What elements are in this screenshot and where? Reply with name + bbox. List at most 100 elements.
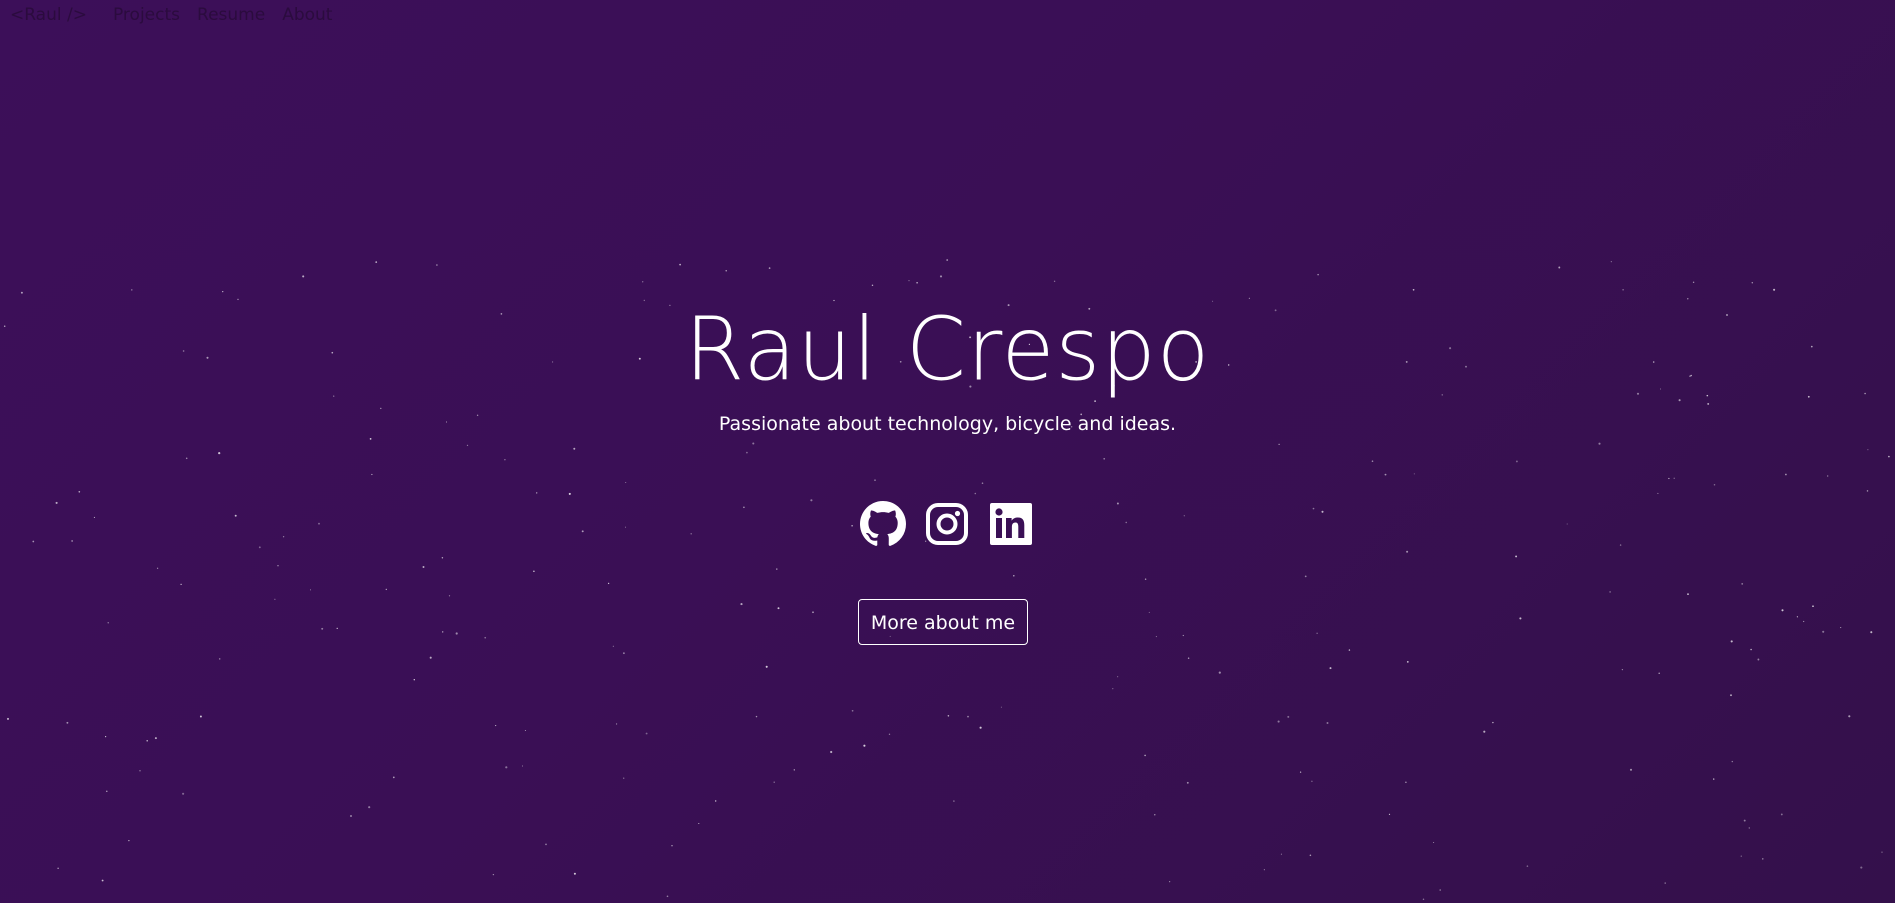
star-dot (1384, 473, 1387, 476)
star-dot (765, 665, 768, 668)
star-dot (1881, 851, 1883, 853)
star-dot (282, 536, 285, 538)
star-dot (1673, 477, 1675, 479)
instagram-icon (926, 503, 968, 545)
star-dot (128, 839, 130, 842)
linkedin-link[interactable] (988, 501, 1034, 547)
star-dot (581, 530, 584, 533)
star-dot (612, 645, 614, 647)
instagram-link[interactable] (924, 501, 970, 547)
star-dot (310, 589, 311, 591)
star-dot (375, 261, 378, 263)
star-dot (442, 631, 444, 633)
star-dot (1619, 544, 1622, 546)
star-dot (1406, 661, 1409, 663)
star-dot (105, 736, 107, 738)
star-dot (1187, 657, 1190, 659)
star-dot (1388, 813, 1391, 816)
star-dot (1329, 667, 1332, 670)
starfield-background (3, 259, 1890, 901)
star-dot (1827, 475, 1829, 477)
star-dot (671, 844, 673, 847)
star-dot (1317, 273, 1319, 276)
star-dot (1280, 853, 1282, 855)
star-dot (1148, 611, 1150, 613)
star-dot (874, 479, 876, 481)
star-dot (1558, 266, 1561, 269)
github-link[interactable] (860, 501, 906, 547)
nav-link-projects[interactable]: Projects (113, 5, 180, 25)
star-dot (622, 652, 625, 655)
star-dot (1609, 591, 1611, 593)
star-dot (755, 715, 758, 718)
star-dot (851, 525, 853, 527)
star-dot (1405, 781, 1407, 783)
star-dot (101, 879, 104, 882)
star-dot (1713, 483, 1716, 486)
star-dot (1526, 865, 1529, 867)
star-dot (1278, 443, 1280, 446)
star-dot (1000, 706, 1002, 708)
star-dot (1312, 507, 1315, 510)
star-dot (1740, 855, 1742, 857)
star-dot (1433, 841, 1435, 844)
star-dot (106, 790, 108, 792)
star-dot (536, 492, 538, 494)
star-dot (1182, 634, 1184, 637)
star-dot (392, 776, 395, 779)
nav-link-about[interactable]: About (282, 5, 332, 25)
star-dot (1144, 578, 1147, 580)
star-dot (1053, 280, 1056, 282)
star-dot (321, 627, 324, 630)
star-dot (1870, 631, 1873, 634)
star-dot (1741, 582, 1744, 585)
more-about-me-button[interactable]: More about me (858, 599, 1028, 645)
star-dot (156, 567, 159, 569)
star-dot (1155, 636, 1157, 638)
nav-link-resume[interactable]: Resume (197, 5, 265, 25)
star-dot (199, 715, 202, 718)
star-dot (752, 442, 755, 445)
star-dot (1154, 814, 1156, 816)
star-dot (422, 566, 425, 568)
star-dot (521, 765, 524, 767)
star-dot (218, 658, 221, 660)
star-dot (743, 506, 745, 509)
brand-logo-link[interactable]: <Raul /> (10, 5, 87, 25)
star-dot (154, 737, 157, 740)
star-dot (234, 514, 237, 517)
star-dot (107, 622, 109, 624)
star-dot (830, 750, 833, 754)
star-dot (274, 598, 276, 600)
star-dot (1598, 442, 1601, 445)
star-dot (93, 516, 95, 518)
star-dot (946, 259, 949, 261)
star-dot (1657, 492, 1659, 494)
star-dot (492, 873, 495, 876)
star-dot (258, 546, 261, 549)
star-dot (55, 501, 58, 504)
star-dot (777, 607, 780, 610)
star-dot (1748, 827, 1751, 829)
star-dot (1183, 515, 1185, 517)
star-dot (1413, 473, 1415, 475)
star-dot (1867, 449, 1869, 451)
star-dot (1566, 523, 1568, 525)
star-dot (810, 499, 813, 502)
star-dot (180, 583, 182, 586)
star-dot (812, 611, 814, 614)
star-dot (1780, 813, 1783, 816)
star-dot (690, 533, 692, 535)
star-dot (139, 770, 141, 772)
star-dot (368, 806, 371, 809)
top-navbar: <Raul /> Projects Resume About (10, 3, 349, 27)
star-dot (455, 632, 458, 635)
github-icon (860, 501, 906, 546)
star-dot (1186, 781, 1189, 784)
star-dot (1311, 780, 1313, 783)
star-dot (185, 457, 188, 460)
star-dot (1610, 261, 1612, 263)
star-dot (1750, 648, 1752, 651)
star-dot (1169, 881, 1171, 883)
star-dot (1287, 715, 1290, 718)
